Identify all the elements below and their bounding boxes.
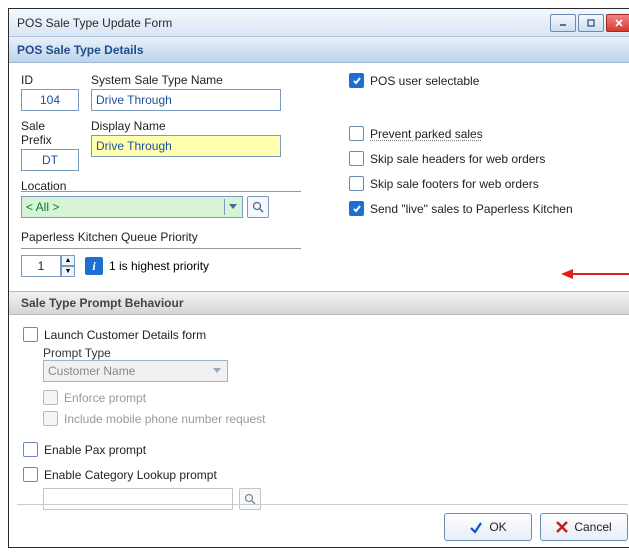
cancel-button[interactable]: Cancel (540, 513, 628, 541)
prompt-type-combo[interactable]: Customer Name (43, 360, 228, 382)
include-mobile-label: Include mobile phone number request (64, 412, 265, 426)
cancel-label: Cancel (574, 520, 611, 534)
id-label: ID (21, 73, 79, 87)
behaviour-header: Sale Type Prompt Behaviour (9, 291, 629, 315)
chevron-down-icon (224, 199, 240, 215)
id-field[interactable] (21, 89, 79, 111)
enforce-prompt-label: Enforce prompt (64, 391, 146, 405)
skip-headers-checkbox[interactable] (349, 151, 364, 166)
enable-category-checkbox[interactable] (23, 467, 38, 482)
window-title: POS Sale Type Update Form (17, 16, 550, 30)
minimize-button[interactable] (550, 14, 576, 32)
skip-footers-label: Skip sale footers for web orders (370, 177, 539, 191)
divider (21, 248, 301, 249)
location-label: Location (21, 179, 66, 193)
callout-arrow-icon (561, 267, 629, 281)
priority-hint: 1 is highest priority (109, 259, 209, 273)
display-name-label: Display Name (91, 119, 281, 133)
info-icon: i (85, 257, 103, 275)
launch-customer-checkbox[interactable] (23, 327, 38, 342)
prompt-type-value: Customer Name (48, 364, 135, 378)
prompt-type-label: Prompt Type (43, 346, 111, 360)
enable-pax-label: Enable Pax prompt (44, 443, 146, 457)
location-search-button[interactable] (247, 196, 269, 218)
display-name-field[interactable] (91, 135, 281, 157)
category-lookup-field[interactable] (43, 488, 233, 510)
spinner-down-button[interactable]: ▼ (61, 266, 75, 277)
maximize-button[interactable] (578, 14, 604, 32)
location-select[interactable]: < All > (21, 196, 243, 218)
behaviour-title: Sale Type Prompt Behaviour (21, 296, 184, 310)
spinner-up-button[interactable]: ▲ (61, 255, 75, 266)
system-name-field[interactable] (91, 89, 281, 111)
footer-divider (17, 504, 628, 505)
section-title: POS Sale Type Details (17, 43, 144, 57)
user-selectable-label: POS user selectable (370, 74, 479, 88)
location-value: < All > (26, 200, 59, 214)
prevent-parked-label: Prevent parked sales (370, 127, 483, 141)
enforce-prompt-checkbox (43, 390, 58, 405)
prefix-field[interactable] (21, 149, 79, 171)
chevron-down-icon (209, 363, 225, 379)
ok-label: OK (489, 520, 506, 534)
send-live-checkbox[interactable] (349, 201, 364, 216)
include-mobile-checkbox (43, 411, 58, 426)
prevent-parked-checkbox[interactable] (349, 126, 364, 141)
launch-customer-label: Launch Customer Details form (44, 328, 206, 342)
check-icon (469, 520, 483, 534)
dialog-window: POS Sale Type Update Form POS Sale Type … (8, 8, 629, 548)
skip-footers-checkbox[interactable] (349, 176, 364, 191)
ok-button[interactable]: OK (444, 513, 532, 541)
titlebar: POS Sale Type Update Form (9, 9, 629, 37)
search-icon (252, 201, 264, 213)
enable-pax-checkbox[interactable] (23, 442, 38, 457)
close-button[interactable] (606, 14, 629, 32)
section-header: POS Sale Type Details (9, 37, 629, 63)
x-icon (556, 521, 568, 533)
skip-headers-label: Skip sale headers for web orders (370, 152, 545, 166)
category-search-button[interactable] (239, 488, 261, 510)
prefix-label: Sale Prefix (21, 119, 79, 147)
enable-category-label: Enable Category Lookup prompt (44, 468, 217, 482)
send-live-label: Send "live" sales to Paperless Kitchen (370, 202, 573, 216)
priority-spinner[interactable]: ▲ ▼ (21, 255, 75, 277)
user-selectable-checkbox[interactable] (349, 73, 364, 88)
priority-label: Paperless Kitchen Queue Priority (21, 230, 624, 244)
priority-value[interactable] (21, 255, 61, 277)
system-name-label: System Sale Type Name (91, 73, 281, 87)
